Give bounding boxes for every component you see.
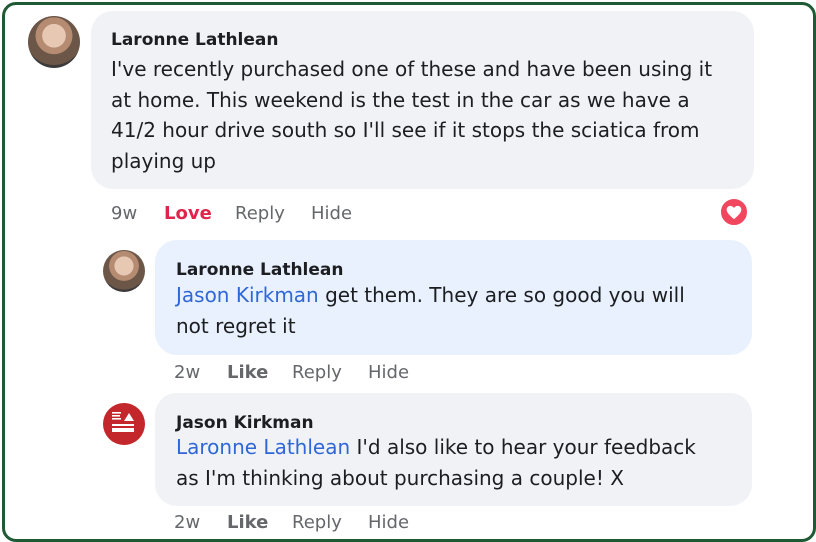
- heart-icon: [726, 205, 742, 220]
- hide-button[interactable]: Hide: [368, 362, 409, 383]
- timestamp[interactable]: 9w: [111, 203, 137, 224]
- hide-button[interactable]: Hide: [311, 203, 352, 224]
- avatar[interactable]: [103, 250, 145, 292]
- comment-author[interactable]: Laronne Lathlean: [111, 30, 279, 50]
- comment-text-fragment: I'd also like to hear your feedback: [350, 435, 696, 459]
- comment-text: Jason Kirkman get them. They are so good…: [176, 280, 685, 341]
- like-button[interactable]: Like: [227, 512, 268, 533]
- comment-line: at home. This weekend is the test in the…: [111, 87, 690, 112]
- comment-line: as I'm thinking about purchasing a coupl…: [176, 465, 624, 490]
- comment-thread-frame: Laronne Lathlean I've recently purchased…: [2, 2, 816, 542]
- avatar[interactable]: [28, 16, 80, 68]
- comment-author[interactable]: Laronne Lathlean: [176, 260, 344, 280]
- comment-bubble: Laronne Lathlean I've recently purchased…: [91, 11, 754, 189]
- comment-line: not regret it: [176, 313, 296, 338]
- reply-bubble: Jason Kirkman Laronne Lathlean I'd also …: [155, 393, 752, 506]
- timestamp[interactable]: 2w: [174, 512, 200, 533]
- reply-bubble: Laronne Lathlean Jason Kirkman get them.…: [155, 240, 752, 355]
- comment-text-fragment: get them. They are so good you will: [318, 283, 685, 307]
- hide-button[interactable]: Hide: [368, 512, 409, 533]
- love-button[interactable]: Love: [164, 203, 212, 224]
- comment-author[interactable]: Jason Kirkman: [176, 413, 314, 433]
- comment-line: I've recently purchased one of these and…: [111, 57, 713, 81]
- avatar[interactable]: [103, 403, 145, 445]
- mention-link[interactable]: Jason Kirkman: [176, 283, 319, 307]
- brand-logo-icon: [112, 412, 134, 432]
- comment-line: Laronne Lathlean I'd also like to hear y…: [176, 432, 696, 463]
- reply-button[interactable]: Reply: [235, 203, 285, 224]
- comment-line: playing up: [111, 148, 216, 173]
- comment-text: Laronne Lathlean I'd also like to hear y…: [176, 432, 696, 493]
- reaction-badge[interactable]: [719, 197, 749, 227]
- timestamp[interactable]: 2w: [174, 362, 200, 383]
- reply-button[interactable]: Reply: [292, 362, 342, 383]
- reply-button[interactable]: Reply: [292, 512, 342, 533]
- comment-text: I've recently purchased one of these and…: [111, 54, 712, 176]
- mention-link[interactable]: Laronne Lathlean: [176, 435, 350, 459]
- comment-line: Jason Kirkman get them. They are so good…: [176, 280, 685, 311]
- comment-line: 41/2 hour drive south so I'll see if it …: [111, 118, 700, 142]
- like-button[interactable]: Like: [227, 362, 268, 383]
